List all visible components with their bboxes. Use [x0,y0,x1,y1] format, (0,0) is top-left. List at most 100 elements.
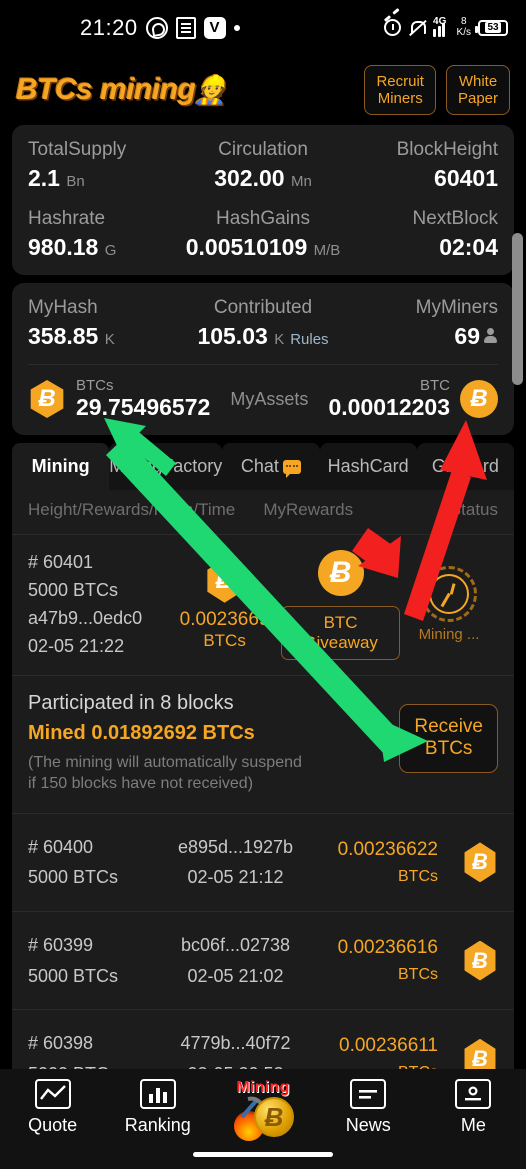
whatsapp-icon [145,16,168,39]
card-divider [28,364,498,365]
tab-miningfactory-label: MiningFactory [109,456,223,476]
miner-emoji-icon: 👷 [193,75,228,105]
hashgains-cell: HashGains 0.00510109 M/B [185,208,342,261]
tab-mining[interactable]: Mining [12,443,110,490]
btc-asset[interactable]: BTC 0.00012203 Ƀ [328,377,498,421]
status-bar-left: 21:20 V [14,15,240,41]
column-header-middle: MyRewards [263,500,354,519]
circulation-value: 302.00 Mn [185,165,342,192]
receive-btcs-button[interactable]: Receive BTCs [399,703,498,774]
contributed-number: 105.03 [197,323,268,349]
btc-giveaway-button[interactable]: BTC Giveaway [281,605,400,660]
participation-note-line2: if 150 blocks have not received) [28,775,254,793]
myhash-number: 358.85 [28,323,99,349]
vertical-scrollbar[interactable] [512,233,523,385]
blockheight-cell: BlockHeight 60401 [341,139,498,192]
tab-miningfactory[interactable]: MiningFactory [109,443,223,490]
current-reward-amount: 0.0023669 [179,608,270,630]
chat-bubble-icon [282,460,301,478]
hashrate-unit: G [104,242,117,259]
total-supply-label: TotalSupply [28,139,127,160]
app-logo-text: BTCs mining [16,73,196,106]
rules-link[interactable]: Rules [290,331,328,348]
block-amount: 0.00236622 [337,839,438,861]
total-supply-unit: Bn [66,173,85,190]
network-speed: 8 K/s [456,16,471,38]
participation-section: Participated in 8 blocks Mined 0.0189269… [12,674,514,813]
tab-chat-label: Chat [240,456,279,476]
mining-list-panel: Height/Rewards/Hash/Time MyRewards Statu… [12,490,514,1169]
total-supply-cell: TotalSupply 2.1 Bn [28,139,185,192]
btcs-hex-coin-icon: Ƀ [464,940,496,981]
recruit-miners-button[interactable]: Recruit Miners [364,64,436,116]
current-block-my-reward: Ƀ 0.0023669 BTCs [168,558,281,651]
status-bar: 21:20 V 4G 8 K/s 53 [0,0,526,55]
block-amount: 0.00236616 [337,937,438,959]
btcs-asset[interactable]: Ƀ BTCs 29.75496572 [28,377,210,421]
home-indicator [193,1152,333,1157]
battery-icon: 53 [475,19,508,36]
current-block-reward: 5000 BTCs [28,579,119,600]
current-block-row[interactable]: # 60401 5000 BTCs a47b9...0edc0 02-05 21… [12,534,514,675]
recruit-miners-line1: Recruit [376,72,424,90]
nav-item-me[interactable]: Me [421,1079,526,1136]
receive-btcs-line1: Receive [414,715,483,737]
current-block-info: # 60401 5000 BTCs a47b9...0edc0 02-05 21… [28,549,168,661]
column-header-left: Height/Rewards/Hash/Time [28,500,236,519]
tab-bar: Mining MiningFactory Chat HashCard GiftC… [12,443,514,490]
block-amount-cell: 0.00236616 BTCs [303,934,438,987]
my-assets-title: MyAssets [230,388,309,409]
total-supply-value: 2.1 Bn [28,165,185,192]
myminers-cell: MyMiners 69 [341,297,498,350]
global-stats-card: TotalSupply 2.1 Bn Circulation 302.00 Mn… [12,125,514,275]
myminers-value: 69 [341,323,498,350]
block-reward: 5000 BTCs [28,965,119,986]
global-stats-row-1: TotalSupply 2.1 Bn Circulation 302.00 Mn… [28,139,498,192]
nav-item-ranking[interactable]: Ranking [105,1079,210,1136]
alarm-icon [384,19,402,36]
current-block-hash: a47b9...0edc0 [28,607,143,628]
tab-hashcard[interactable]: HashCard [319,443,417,490]
nav-item-mining[interactable]: Mining Ƀ [210,1079,315,1141]
app-header: BTCs mining 👷 Recruit Miners White Paper [0,55,526,125]
participated-blocks-text: Participated in 8 blocks [28,691,234,714]
net-speed-unit: K/s [456,26,471,38]
myminers-number: 69 [454,323,481,349]
nav-item-quote[interactable]: Quote [0,1079,105,1136]
btcs-asset-value: 29.75496572 [76,394,211,420]
hashrate-label: Hashrate [28,208,106,229]
myminers-label: MyMiners [415,297,499,318]
btcs-asset-label: BTCs [76,377,114,394]
myhash-label: MyHash [28,297,98,318]
nextblock-cell: NextBlock 02:04 [341,208,498,261]
nav-label-news: News [345,1115,391,1135]
app-logo: BTCs mining 👷 [16,73,227,107]
white-paper-line1: White [458,72,498,90]
current-block-height: # 60401 [28,552,94,572]
mining-status-cell: Mining ... [400,566,498,643]
hashrate-cell: Hashrate 980.18 G [28,208,185,261]
hashrate-value: 980.18 G [28,234,185,261]
block-mid-info: bc06f...02738 02-05 21:02 [168,930,303,991]
mining-clock-icon [421,566,477,623]
hashgains-value: 0.00510109 M/B [185,234,342,261]
nextblock-value: 02:04 [439,234,499,260]
contributed-value: 105.03 K Rules [185,323,342,350]
contributed-label: Contributed [213,297,313,318]
bar-chart-icon [139,1079,176,1109]
network-type-label: 4G [433,15,447,27]
hashrate-number: 980.18 [28,234,99,260]
my-stats-row: MyHash 358.85 K Contributed 105.03 K Rule… [28,297,498,350]
block-time: 02-05 21:12 [187,867,284,888]
btc-giveaway-cell[interactable]: Ƀ BTC Giveaway [281,549,400,660]
tab-chat[interactable]: Chat [222,443,320,490]
nextblock-label: NextBlock [412,208,499,229]
nav-item-news[interactable]: News [316,1079,421,1136]
circulation-number: 302.00 [214,165,285,191]
block-hash: 4779b...40f72 [180,1033,291,1054]
table-row[interactable]: # 60399 5000 BTCs bc06f...02738 02-05 21… [12,910,514,1009]
white-paper-button[interactable]: White Paper [445,64,510,116]
profile-icon [455,1079,492,1109]
tab-giftcard[interactable]: GiftCard [416,443,514,490]
table-row[interactable]: # 60400 5000 BTCs e895d...1927b 02-05 21… [12,812,514,911]
